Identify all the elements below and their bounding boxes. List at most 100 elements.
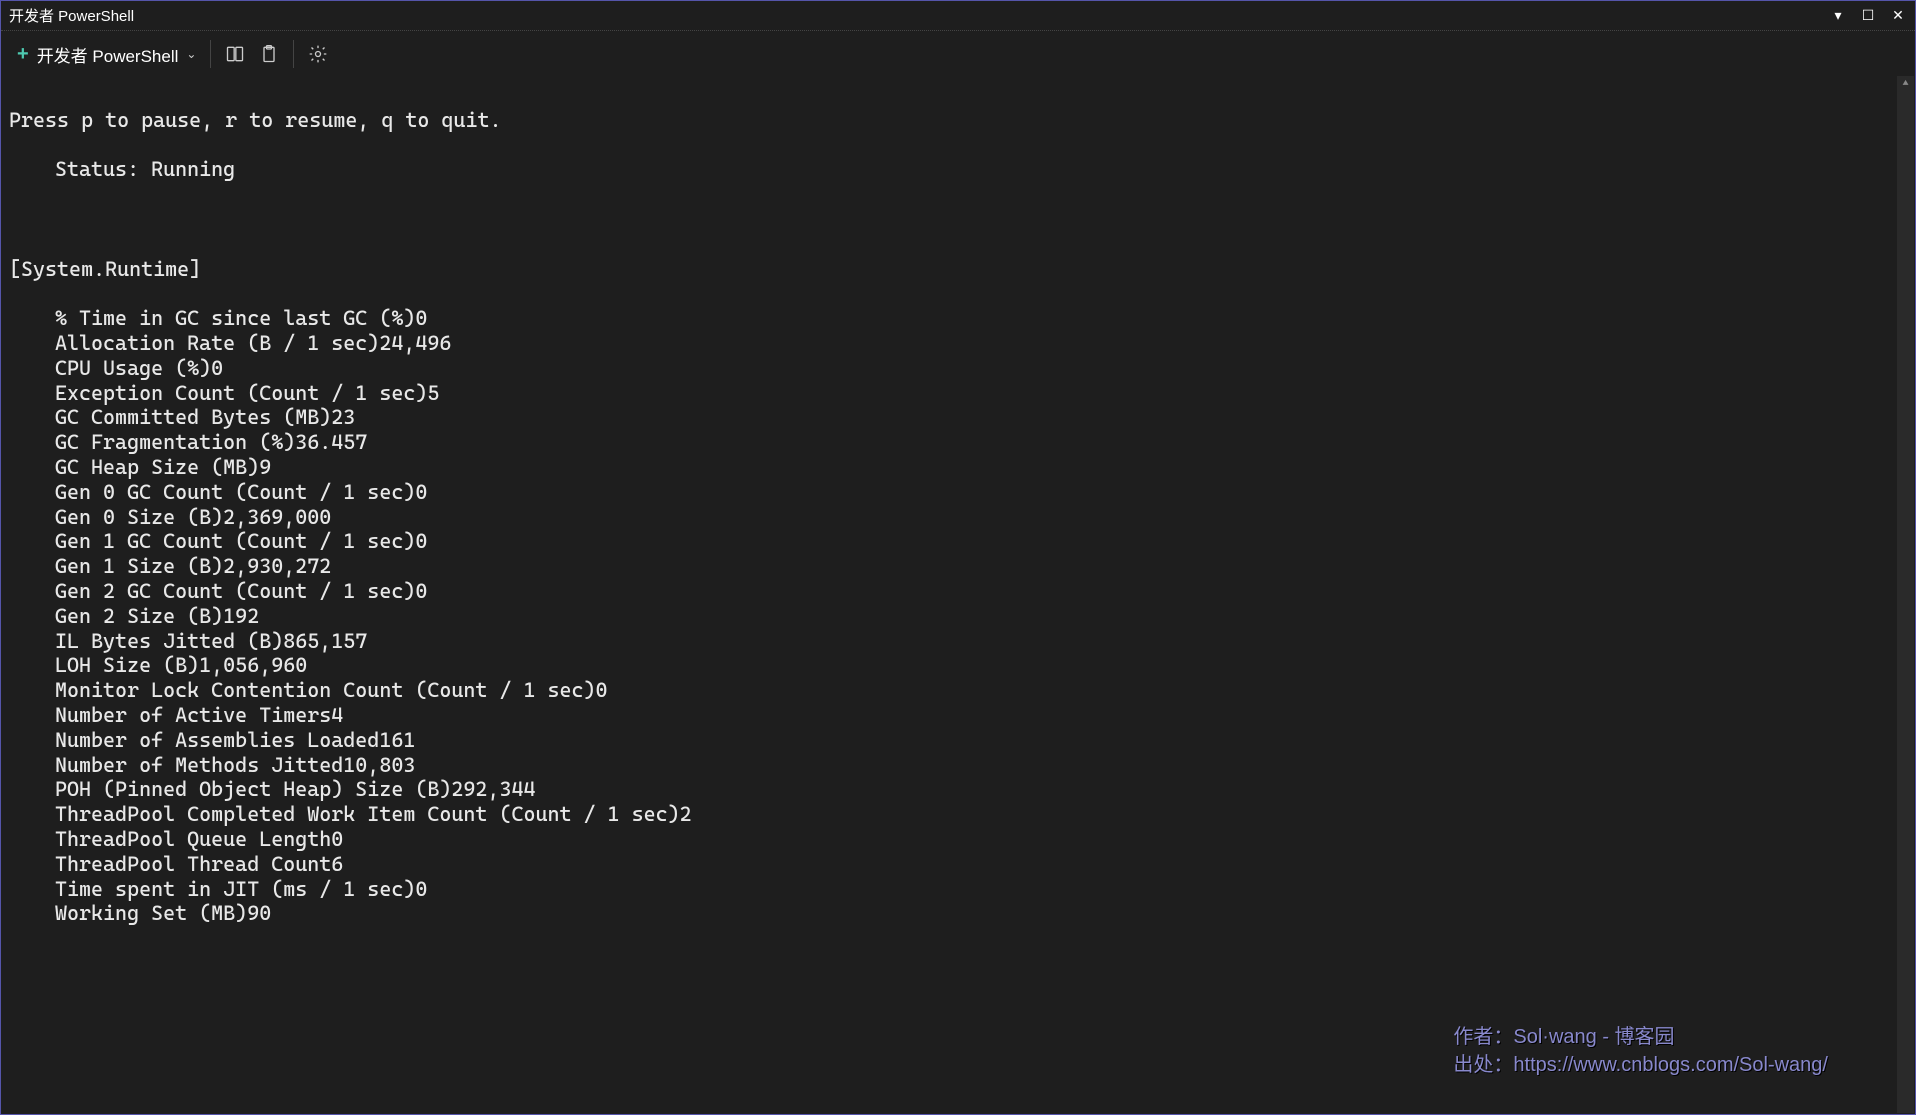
- metric-value: 24,496: [379, 331, 451, 356]
- watermark: 作者：Sol·wang - 博客园 出处：https://www.cnblogs…: [1453, 1023, 1828, 1079]
- dropdown-icon[interactable]: ▾: [1829, 7, 1847, 24]
- metric-label: Number of Active Timers: [55, 703, 331, 728]
- metric-label: LOH Size (B): [55, 653, 199, 678]
- metric-value: 0: [415, 480, 427, 505]
- metric-row: Allocation Rate (B / 1 sec) 24,496: [9, 331, 1907, 356]
- metric-label: Gen 1 Size (B): [55, 554, 223, 579]
- metric-label: ThreadPool Queue Length: [55, 827, 331, 852]
- metric-row: Gen 2 GC Count (Count / 1 sec) 0: [9, 579, 1907, 604]
- window-controls: ▾ ☐ ✕: [1829, 7, 1907, 24]
- watermark-author: 作者：Sol·wang - 博客园: [1453, 1023, 1828, 1051]
- window-title: 开发者 PowerShell: [9, 5, 134, 26]
- blank-line: [9, 207, 1907, 232]
- metric-row: Gen 1 GC Count (Count / 1 sec) 0: [9, 529, 1907, 554]
- metric-row: LOH Size (B) 1,056,960: [9, 653, 1907, 678]
- divider: [293, 40, 294, 68]
- chevron-down-icon: ⌄: [186, 47, 196, 61]
- clipboard-icon[interactable]: [259, 44, 279, 64]
- close-icon[interactable]: ✕: [1889, 7, 1907, 24]
- metric-row: Number of Assemblies Loaded 161: [9, 728, 1907, 753]
- metric-value: 0: [415, 529, 427, 554]
- metric-row: Gen 0 GC Count (Count / 1 sec) 0: [9, 480, 1907, 505]
- tab-label: 开发者 PowerShell: [37, 42, 179, 67]
- metric-value: 10,803: [343, 753, 415, 778]
- section-header: [System.Runtime]: [9, 257, 1907, 282]
- metric-value: 1,056,960: [199, 653, 307, 678]
- metric-row: IL Bytes Jitted (B) 865,157: [9, 629, 1907, 654]
- metric-row: GC Fragmentation (%) 36.457: [9, 430, 1907, 455]
- divider: [210, 40, 211, 68]
- metric-label: Gen 0 Size (B): [55, 505, 223, 530]
- metric-label: Working Set (MB): [55, 901, 247, 926]
- metric-row: Number of Methods Jitted 10,803: [9, 753, 1907, 778]
- metric-label: POH (Pinned Object Heap) Size (B): [55, 777, 451, 802]
- metric-label: Number of Methods Jitted: [55, 753, 343, 778]
- metric-label: Allocation Rate (B / 1 sec): [55, 331, 379, 356]
- metric-label: Gen 2 GC Count (Count / 1 sec): [55, 579, 415, 604]
- metric-value: 0: [211, 356, 223, 381]
- status-line: Status: Running: [9, 157, 1907, 182]
- metric-value: 0: [415, 579, 427, 604]
- metric-row: ThreadPool Completed Work Item Count (Co…: [9, 802, 1907, 827]
- metric-row: Exception Count (Count / 1 sec) 5: [9, 381, 1907, 406]
- metric-label: Number of Assemblies Loaded: [55, 728, 379, 753]
- settings-icon[interactable]: [308, 44, 328, 64]
- metric-row: ThreadPool Queue Length 0: [9, 827, 1907, 852]
- metric-value: 192: [223, 604, 259, 629]
- watermark-source: 出处：https://www.cnblogs.com/Sol-wang/: [1453, 1051, 1828, 1079]
- metric-value: 6: [331, 852, 343, 877]
- metric-value: 0: [596, 678, 608, 703]
- metric-value: 2: [680, 802, 692, 827]
- metric-label: % Time in GC since last GC (%): [55, 306, 415, 331]
- terminal-output[interactable]: Press p to pause, r to resume, q to quit…: [1, 77, 1915, 957]
- metric-row: GC Committed Bytes (MB) 23: [9, 405, 1907, 430]
- metric-label: GC Fragmentation (%): [55, 430, 295, 455]
- metric-label: IL Bytes Jitted (B): [55, 629, 283, 654]
- metric-label: GC Heap Size (MB): [55, 455, 259, 480]
- metric-row: Working Set (MB) 90: [9, 901, 1907, 926]
- metric-value: 2,369,000: [223, 505, 331, 530]
- metric-row: CPU Usage (%) 0: [9, 356, 1907, 381]
- metric-value: 0: [415, 306, 427, 331]
- metric-label: Time spent in JIT (ms / 1 sec): [55, 877, 415, 902]
- titlebar: 开发者 PowerShell ▾ ☐ ✕: [1, 1, 1915, 31]
- metric-value: 9: [259, 455, 271, 480]
- metric-label: CPU Usage (%): [55, 356, 211, 381]
- metric-value: 865,157: [283, 629, 367, 654]
- metric-row: % Time in GC since last GC (%) 0: [9, 306, 1907, 331]
- metric-row: GC Heap Size (MB) 9: [9, 455, 1907, 480]
- status-value: Running: [151, 157, 235, 181]
- scrollbar-up-icon[interactable]: ▲: [1897, 76, 1914, 91]
- metric-label: Exception Count (Count / 1 sec): [55, 381, 427, 406]
- metric-value: 4: [331, 703, 343, 728]
- metric-row: Number of Active Timers 4: [9, 703, 1907, 728]
- metric-label: ThreadPool Thread Count: [55, 852, 331, 877]
- metric-value: 161: [379, 728, 415, 753]
- scrollbar[interactable]: ▲: [1897, 76, 1914, 1113]
- metric-label: Gen 1 GC Count (Count / 1 sec): [55, 529, 415, 554]
- metric-row: Monitor Lock Contention Count (Count / 1…: [9, 678, 1907, 703]
- split-pane-icon[interactable]: [225, 44, 245, 64]
- metric-value: 292,344: [451, 777, 535, 802]
- metric-row: Gen 2 Size (B) 192: [9, 604, 1907, 629]
- tab-powershell[interactable]: + 开发者 PowerShell ⌄: [17, 42, 196, 67]
- metric-row: POH (Pinned Object Heap) Size (B) 292,34…: [9, 777, 1907, 802]
- metric-label: GC Committed Bytes (MB): [55, 405, 331, 430]
- metric-value: 2,930,272: [223, 554, 331, 579]
- plus-icon: +: [17, 43, 29, 66]
- metric-value: 90: [247, 901, 271, 926]
- metric-row: Gen 1 Size (B) 2,930,272: [9, 554, 1907, 579]
- metric-value: 23: [331, 405, 355, 430]
- metric-row: ThreadPool Thread Count 6: [9, 852, 1907, 877]
- metric-value: 0: [331, 827, 343, 852]
- metric-row: Time spent in JIT (ms / 1 sec) 0: [9, 877, 1907, 902]
- maximize-icon[interactable]: ☐: [1859, 7, 1877, 24]
- metric-label: ThreadPool Completed Work Item Count (Co…: [55, 802, 680, 827]
- metric-row: Gen 0 Size (B) 2,369,000: [9, 505, 1907, 530]
- help-text: Press p to pause, r to resume, q to quit…: [9, 108, 1907, 133]
- toolbar: + 开发者 PowerShell ⌄: [1, 31, 1915, 77]
- metric-value: 0: [415, 877, 427, 902]
- metric-label: Monitor Lock Contention Count (Count / 1…: [55, 678, 596, 703]
- metric-value: 5: [427, 381, 439, 406]
- metric-value: 36.457: [295, 430, 367, 455]
